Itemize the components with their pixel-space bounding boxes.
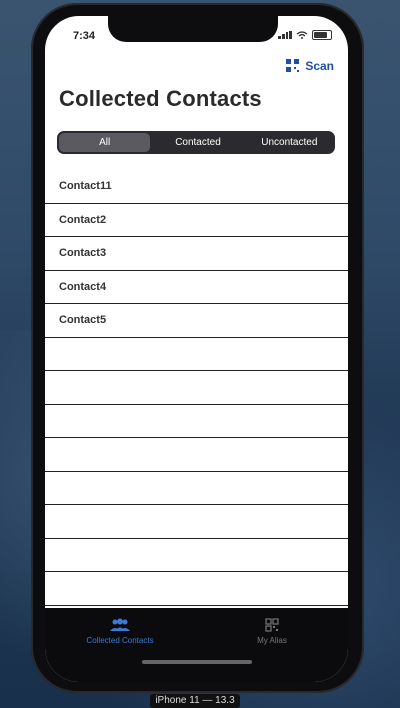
status-icons [278, 30, 332, 40]
tab-my-alias[interactable]: My Alias [197, 618, 347, 645]
list-item-label: Contact11 [59, 180, 112, 192]
scan-button[interactable]: Scan [285, 58, 334, 73]
list-item[interactable]: Contact4 [45, 271, 348, 304]
qr-icon [265, 618, 279, 632]
home-indicator [142, 660, 252, 664]
list-item[interactable] [45, 505, 348, 539]
list-item[interactable] [45, 572, 348, 606]
phone-notch [108, 16, 278, 42]
list-item[interactable]: Contact2 [45, 204, 348, 237]
segment-all[interactable]: All [59, 133, 151, 152]
app-screen: 7:34 Scan Collected Contacts All Contact… [45, 16, 348, 682]
qr-scan-icon [286, 59, 300, 72]
contacts-list: Contact11 Contact2 Contact3 Contact4 Con… [45, 170, 348, 606]
list-item[interactable] [45, 371, 348, 405]
list-item[interactable] [45, 539, 348, 572]
wifi-icon [296, 31, 308, 39]
status-time: 7:34 [73, 30, 96, 42]
segmented-control: All Contacted Uncontacted [57, 131, 335, 154]
list-item[interactable]: Contact3 [45, 237, 348, 271]
battery-icon [312, 30, 332, 40]
tab-collected-contacts-label: Collected Contacts [86, 636, 154, 645]
list-item[interactable] [45, 472, 348, 505]
tab-collected-contacts[interactable]: Collected Contacts [45, 618, 195, 645]
tab-bar: Collected Contacts My Alias [45, 608, 348, 682]
list-item-label: Contact2 [59, 213, 107, 226]
list-item[interactable] [45, 405, 348, 438]
list-item[interactable] [45, 338, 348, 371]
segment-contacted[interactable]: Contacted [152, 131, 243, 154]
segment-uncontacted-label: Uncontacted [261, 137, 318, 148]
segment-contacted-label: Contacted [175, 137, 221, 148]
list-item[interactable] [45, 438, 348, 472]
list-item-label: Contact4 [59, 280, 107, 293]
list-item-label: Contact3 [59, 247, 107, 259]
list-item-label: Contact5 [59, 314, 107, 326]
page-title: Collected Contacts [59, 86, 262, 111]
tab-my-alias-label: My Alias [257, 636, 287, 645]
list-item[interactable]: Contact5 [45, 304, 348, 338]
device-label: iPhone 11 — 13.3 [150, 694, 240, 708]
segment-all-label: All [99, 137, 111, 148]
people-icon [110, 618, 130, 631]
list-item[interactable]: Contact11 [45, 170, 348, 204]
signal-icon [278, 31, 292, 39]
scan-label: Scan [305, 58, 334, 73]
segment-uncontacted[interactable]: Uncontacted [244, 131, 335, 154]
